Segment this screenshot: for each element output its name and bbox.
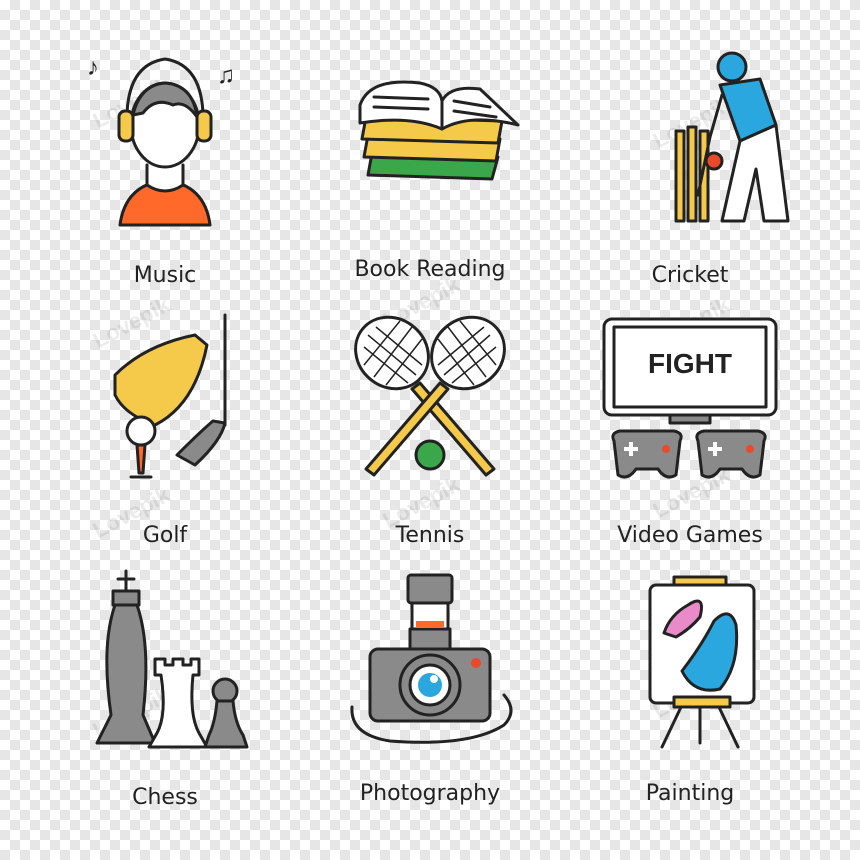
camera-icon [350, 573, 513, 744]
hobby-label: Chess [132, 785, 198, 810]
headphones-person-icon: ♪ ♫ [87, 54, 235, 227]
hobby-label: Golf [142, 523, 188, 548]
screen-text: FIGHT [648, 348, 732, 379]
hobby-music: ♪ ♫ Music [35, 45, 295, 305]
hobby-label: Photography [359, 781, 501, 806]
books-icon [358, 80, 520, 181]
easel-painting-icon [648, 575, 756, 749]
hobby-label: Book Reading [354, 257, 506, 282]
hobby-label: Cricket [651, 263, 729, 288]
hobby-golf: Golf [35, 305, 295, 565]
hobby-photography: Photography [300, 565, 560, 825]
hobby-video-games: FIGHT Video Games [560, 305, 820, 565]
chess-pieces-icon [95, 569, 249, 749]
tennis-rackets-icon [354, 315, 506, 477]
svg-text:♫: ♫ [217, 62, 235, 89]
hobby-label: Painting [645, 781, 735, 806]
golf-hand-ball-icon [113, 313, 227, 479]
tv-controllers-icon: FIGHT [602, 317, 778, 479]
hobby-cricket: Cricket [560, 45, 820, 305]
hobby-label: Music [133, 263, 197, 288]
hobby-painting: Painting [560, 565, 820, 825]
hobby-label: Tennis [395, 523, 465, 548]
hobby-chess: Chess [35, 565, 295, 825]
hobby-tennis: Tennis [300, 305, 560, 565]
hobby-label: Video Games [617, 523, 763, 548]
svg-text:♪: ♪ [87, 54, 99, 81]
hobby-book-reading: Book Reading [300, 45, 560, 305]
cricket-batsman-icon [674, 51, 790, 223]
